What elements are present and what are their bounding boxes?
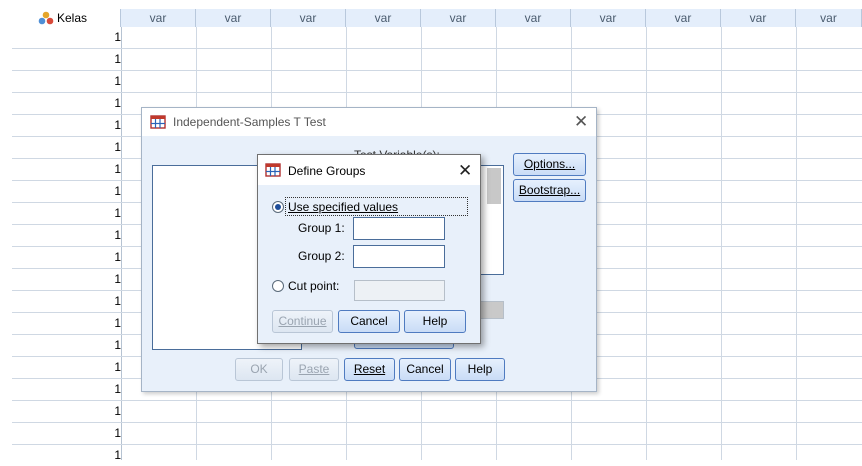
group2-input[interactable]	[353, 245, 445, 268]
cell-value[interactable]: 1	[12, 27, 121, 48]
cell-value[interactable]: 1	[12, 93, 121, 114]
spss-app-icon	[265, 163, 281, 177]
group2-label: Group 2:	[298, 249, 345, 263]
help-label: Help	[467, 362, 493, 376]
bootstrap-label: Bootstrap...	[518, 183, 581, 197]
column-header-var[interactable]: var	[721, 9, 796, 27]
options-button[interactable]: Options...	[513, 153, 586, 176]
cell-value[interactable]: 1	[12, 335, 121, 356]
cut-point-text: Cut point:	[288, 279, 340, 293]
options-label: Options...	[523, 157, 576, 171]
cell-value[interactable]: 1	[12, 291, 121, 312]
column-header-var[interactable]: var	[271, 9, 346, 27]
dialog-title-bar[interactable]: Define Groups ✕	[258, 155, 480, 185]
group1-label: Group 1:	[298, 221, 345, 235]
table-row[interactable]: 1	[12, 71, 862, 93]
cut-point-radio[interactable]	[272, 280, 284, 292]
cell-value[interactable]: 1	[12, 357, 121, 378]
cancel-label: Cancel	[350, 314, 388, 328]
cell-value[interactable]: 1	[12, 379, 121, 400]
paste-button[interactable]: Paste	[289, 358, 339, 381]
cut-point-label[interactable]: Cut point:	[288, 279, 339, 293]
dialog-title-bar[interactable]: Independent-Samples T Test ✕	[142, 108, 596, 136]
cell-value[interactable]: 1	[12, 203, 121, 224]
column-header-var[interactable]: var	[421, 9, 496, 27]
paste-label: Paste	[298, 362, 330, 376]
column-header-var[interactable]: var	[646, 9, 721, 27]
continue-label: Continue	[278, 314, 327, 328]
cancel-label: Cancel	[406, 362, 444, 376]
cell-value[interactable]: 1	[12, 423, 121, 444]
cancel-button[interactable]: Cancel	[338, 310, 400, 333]
nominal-variable-icon	[38, 11, 54, 25]
column-header-var[interactable]: var	[196, 9, 271, 27]
table-row[interactable]: 1	[12, 401, 862, 423]
table-row[interactable]: 1	[12, 27, 862, 49]
column-header-var[interactable]: var	[346, 9, 421, 27]
help-button[interactable]: Help	[455, 358, 505, 381]
cell-value[interactable]: 1	[12, 313, 121, 334]
reset-button[interactable]: Reset	[344, 358, 395, 381]
use-specified-values-text: Use specified values	[288, 200, 399, 214]
column-header-kelas[interactable]: Kelas	[0, 9, 121, 27]
cell-value[interactable]: 1	[12, 49, 121, 70]
cancel-button[interactable]: Cancel	[399, 358, 451, 381]
cut-point-input[interactable]	[354, 280, 445, 301]
ok-label: OK	[250, 362, 268, 376]
cell-value[interactable]: 1	[12, 159, 121, 180]
help-label: Help	[422, 314, 448, 328]
column-header-label: Kelas	[57, 11, 88, 25]
table-row[interactable]: 1	[12, 445, 862, 462]
column-header-var[interactable]: var	[796, 9, 862, 27]
cell-value[interactable]: 1	[12, 225, 121, 246]
help-button[interactable]: Help	[404, 310, 466, 333]
cell-value[interactable]: 1	[12, 137, 121, 158]
dialog-title: Define Groups	[288, 164, 366, 178]
table-row[interactable]: 1	[12, 49, 862, 71]
list-scrollbar[interactable]	[487, 168, 501, 204]
define-groups-dialog: Define Groups ✕ Use specified values Gro…	[257, 154, 481, 344]
ok-button[interactable]: OK	[235, 358, 283, 381]
cell-value[interactable]: 1	[12, 71, 121, 92]
cell-value[interactable]: 1	[12, 401, 121, 422]
cell-value[interactable]: 1	[12, 445, 121, 466]
close-icon[interactable]: ✕	[458, 162, 472, 179]
cell-value[interactable]: 1	[12, 269, 121, 290]
column-header-var[interactable]: var	[571, 9, 646, 27]
table-row[interactable]: 1	[12, 423, 862, 445]
group1-input[interactable]	[353, 217, 445, 240]
dialog-title: Independent-Samples T Test	[173, 115, 326, 129]
use-specified-values-radio[interactable]	[272, 201, 284, 213]
cell-value[interactable]: 1	[12, 115, 121, 136]
spss-app-icon	[150, 115, 166, 129]
use-specified-values-label[interactable]: Use specified values	[288, 200, 398, 214]
cell-value[interactable]: 1	[12, 247, 121, 268]
continue-button[interactable]: Continue	[272, 310, 333, 333]
bootstrap-button[interactable]: Bootstrap...	[513, 179, 586, 202]
close-icon[interactable]: ✕	[574, 113, 588, 130]
cell-value[interactable]: 1	[12, 181, 121, 202]
column-header-var[interactable]: var	[496, 9, 571, 27]
reset-label: Reset	[353, 362, 386, 376]
column-header-var[interactable]: var	[121, 9, 196, 27]
